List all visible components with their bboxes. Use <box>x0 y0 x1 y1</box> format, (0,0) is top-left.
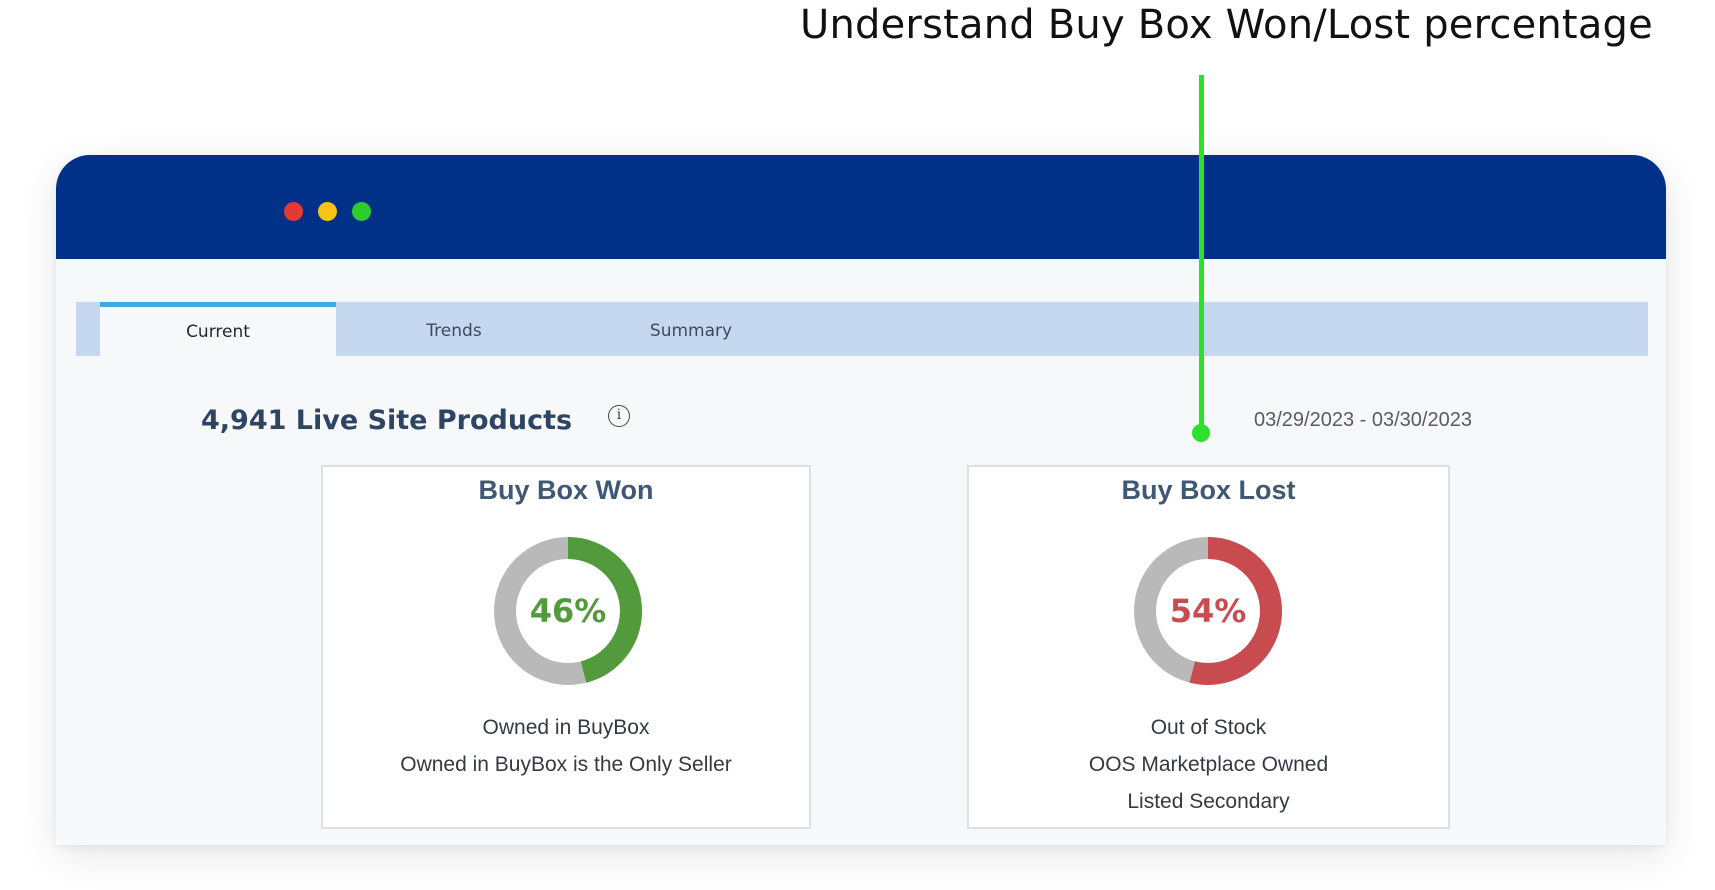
screenshot-stage: Understand Buy Box Won/Lost percentage C… <box>0 0 1715 890</box>
window-titlebar <box>56 155 1666 259</box>
lost-category-item: Listed Secondary <box>1127 790 1290 813</box>
tab-summary[interactable]: Summary <box>573 302 809 356</box>
won-category-item: Owned in BuyBox is the Only Seller <box>400 753 732 776</box>
buy-box-lost-card: Buy Box Lost 54% Out of Stock OOS Market… <box>967 465 1450 829</box>
tab-current[interactable]: Current <box>100 302 336 356</box>
tab-trends[interactable]: Trends <box>336 302 572 356</box>
buy-box-won-donut: 46% <box>494 537 642 685</box>
buy-box-lost-percent: 54% <box>1169 592 1247 630</box>
buy-box-won-percent: 46% <box>529 592 607 630</box>
annotation-headline: Understand Buy Box Won/Lost percentage <box>800 2 1653 48</box>
lost-category-item: OOS Marketplace Owned <box>1088 753 1329 776</box>
close-window-dot[interactable] <box>284 202 303 221</box>
buy-box-lost-categories: Out of Stock OOS Marketplace Owned Liste… <box>969 709 1448 820</box>
annotation-pointer-dot <box>1192 424 1210 442</box>
buy-box-lost-title: Buy Box Lost <box>1121 475 1296 505</box>
app-window: Current Trends Summary 4,941 Live Site P… <box>56 155 1666 845</box>
date-range[interactable]: 03/29/2023 - 03/30/2023 <box>1254 409 1472 432</box>
annotation-pointer-line <box>1199 75 1204 432</box>
buy-box-won-card: Buy Box Won 46% Owned in BuyBox Owned in… <box>321 465 811 829</box>
maximize-window-dot[interactable] <box>352 202 371 221</box>
minimize-window-dot[interactable] <box>318 202 337 221</box>
buy-box-lost-donut: 54% <box>1134 537 1282 685</box>
tab-bar: Current Trends Summary <box>76 302 1648 356</box>
buy-box-won-categories: Owned in BuyBox Owned in BuyBox is the O… <box>323 709 809 783</box>
won-category-item: Owned in BuyBox <box>482 716 650 739</box>
lost-category-item: Out of Stock <box>1150 716 1267 739</box>
live-products-count: 4,941 Live Site Products <box>201 405 573 436</box>
buy-box-won-title: Buy Box Won <box>478 475 654 505</box>
info-icon[interactable]: i <box>608 405 630 427</box>
